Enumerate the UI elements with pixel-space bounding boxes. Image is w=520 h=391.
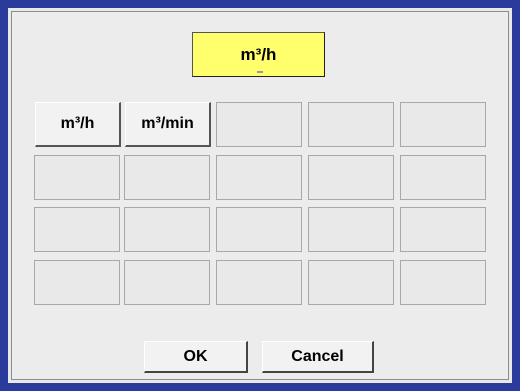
empty-unit-slot xyxy=(400,207,486,252)
empty-unit-slot xyxy=(216,260,302,305)
selected-unit-text: m³/h xyxy=(240,44,277,64)
empty-unit-slot xyxy=(308,260,394,305)
empty-unit-slot xyxy=(216,207,302,252)
empty-unit-slot xyxy=(216,102,302,147)
empty-unit-slot xyxy=(308,155,394,200)
empty-unit-slot xyxy=(308,102,394,147)
ok-button[interactable]: OK xyxy=(144,341,248,373)
unit-button-m3-per-h[interactable]: m³/h xyxy=(35,102,121,147)
unit-selection-dialog: m³/h m³/h m³/min OK Cancel xyxy=(0,0,520,391)
unit-button-m3-per-min[interactable]: m³/min xyxy=(125,102,211,147)
empty-unit-slot xyxy=(124,260,210,305)
empty-unit-slot xyxy=(124,207,210,252)
text-cursor xyxy=(257,71,263,73)
empty-unit-slot xyxy=(400,155,486,200)
selected-unit-display: m³/h xyxy=(192,32,325,77)
cancel-button[interactable]: Cancel xyxy=(262,341,374,373)
empty-unit-slot xyxy=(34,260,120,305)
empty-unit-slot xyxy=(308,207,394,252)
empty-unit-slot xyxy=(400,102,486,147)
empty-unit-slot xyxy=(216,155,302,200)
empty-unit-slot xyxy=(34,155,120,200)
empty-unit-slot xyxy=(34,207,120,252)
empty-unit-slot xyxy=(400,260,486,305)
empty-unit-slot xyxy=(124,155,210,200)
